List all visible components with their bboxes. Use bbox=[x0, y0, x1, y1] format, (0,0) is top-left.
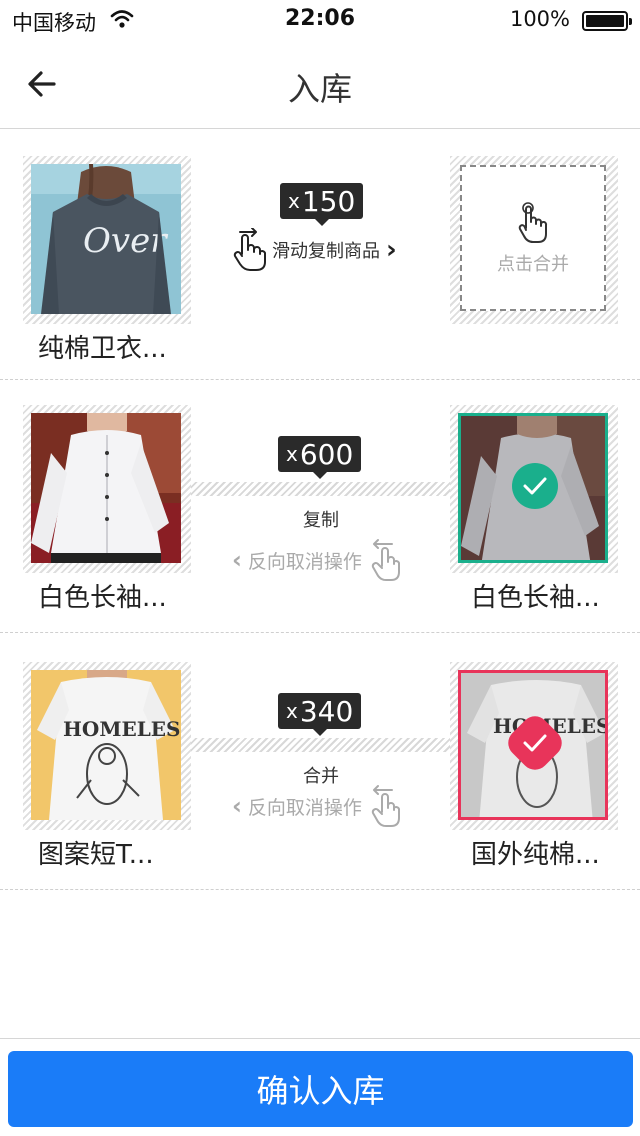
product-image bbox=[31, 413, 181, 563]
link-connector bbox=[188, 738, 452, 752]
nav-bar: 入库 bbox=[0, 40, 640, 129]
quantity-badge: x 150 bbox=[280, 183, 364, 226]
status-bar: 中国移动 22:06 100% bbox=[0, 0, 640, 40]
chevron-left-icon: ‹ bbox=[232, 792, 242, 820]
svg-text:Over: Over bbox=[83, 221, 168, 261]
chevron-left-icon: ‹ bbox=[232, 546, 242, 574]
merge-placeholder-label: 点击合并 bbox=[497, 254, 569, 275]
target-product-card[interactable] bbox=[450, 405, 618, 573]
quantity-badge: x 600 bbox=[278, 436, 362, 479]
chevron-right-icon: › bbox=[386, 235, 397, 265]
copied-check-icon bbox=[512, 463, 558, 509]
confirm-stock-in-button[interactable]: 确认入库 bbox=[8, 1051, 633, 1127]
target-product-name: 国外纯棉... bbox=[471, 840, 600, 870]
merge-placeholder[interactable]: 点击合并 bbox=[460, 165, 606, 311]
target-product-card[interactable]: HOMELESS bbox=[450, 662, 618, 830]
undo-action-button[interactable]: ‹ 反向取消操作 bbox=[232, 538, 406, 582]
source-product-name: 白色长袖... bbox=[38, 583, 167, 613]
quantity-badge: x 340 bbox=[278, 693, 362, 736]
swipe-hand-icon bbox=[233, 228, 266, 271]
battery-percent: 100% bbox=[509, 7, 570, 31]
swipe-copy-hint[interactable]: 滑动复制商品 › bbox=[232, 228, 397, 272]
footer-divider bbox=[0, 1038, 640, 1039]
link-connector bbox=[188, 482, 452, 496]
swipe-back-hand-icon bbox=[371, 539, 400, 581]
row-divider bbox=[0, 889, 640, 890]
action-label: 复制 bbox=[303, 510, 339, 531]
product-image: HOMELESS bbox=[31, 670, 181, 820]
source-product-card[interactable] bbox=[23, 405, 191, 573]
undo-label: 反向取消操作 bbox=[247, 550, 362, 573]
source-product-card[interactable]: Over bbox=[23, 156, 191, 324]
svg-text:HOMELESS: HOMELESS bbox=[63, 717, 181, 741]
battery-icon bbox=[582, 11, 632, 31]
swipe-copy-label: 滑动复制商品 bbox=[272, 241, 380, 262]
source-product-card[interactable]: HOMELESS bbox=[23, 662, 191, 830]
page-title: 入库 bbox=[287, 70, 352, 108]
product-image: Over bbox=[31, 164, 181, 314]
tap-hand-icon bbox=[518, 202, 548, 243]
target-product-name: 白色长袖... bbox=[471, 583, 600, 613]
swipe-back-hand-icon bbox=[371, 785, 400, 827]
row-divider bbox=[0, 632, 640, 633]
source-product-name: 图案短T... bbox=[38, 840, 154, 870]
row-divider bbox=[0, 379, 640, 380]
undo-label: 反向取消操作 bbox=[247, 796, 362, 819]
source-product-name: 纯棉卫衣... bbox=[38, 334, 167, 364]
undo-action-button[interactable]: ‹ 反向取消操作 bbox=[232, 784, 406, 828]
